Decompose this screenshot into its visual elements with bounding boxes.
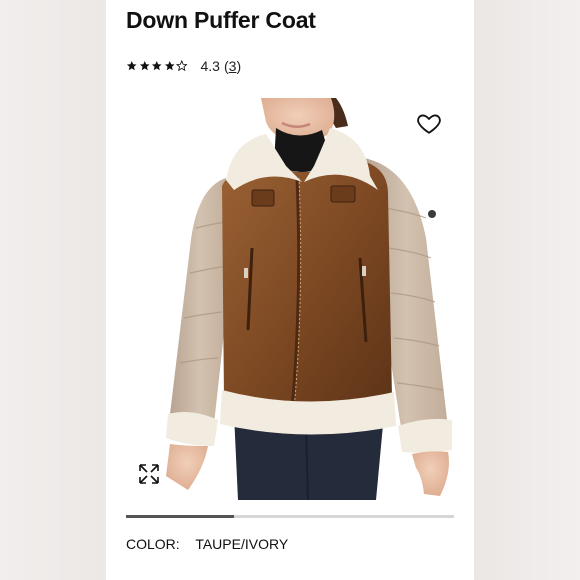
rating: 4.3 (3) (126, 56, 241, 76)
star-icon (151, 61, 162, 71)
jacket-photo (166, 98, 452, 500)
background-left (0, 0, 106, 580)
expand-arrows-icon[interactable] (137, 462, 161, 486)
background-right (474, 0, 580, 580)
gallery-progress-fill (126, 515, 235, 518)
rating-value: 4.3 (200, 58, 220, 74)
star-icon (164, 61, 175, 71)
title-fade (106, 0, 474, 6)
product-image[interactable] (126, 98, 454, 500)
heart-outline-icon[interactable] (416, 110, 442, 136)
star-outline-icon (176, 60, 188, 72)
star-icon (139, 61, 150, 71)
product-card: Down Puffer Coat 4.3 (3) COLOR: TAUPE/IV… (106, 0, 474, 580)
color-row: COLOR: TAUPE/IVORY (126, 536, 288, 552)
rating-stars (126, 60, 188, 72)
gallery-progress (126, 515, 454, 518)
color-value: TAUPE/IVORY (195, 536, 289, 552)
color-label: COLOR: (126, 536, 180, 552)
rating-count-close: ) (236, 58, 242, 74)
star-icon (126, 61, 137, 71)
rating-count-link[interactable]: 3 (229, 58, 237, 74)
product-title: Down Puffer Coat (126, 7, 316, 33)
